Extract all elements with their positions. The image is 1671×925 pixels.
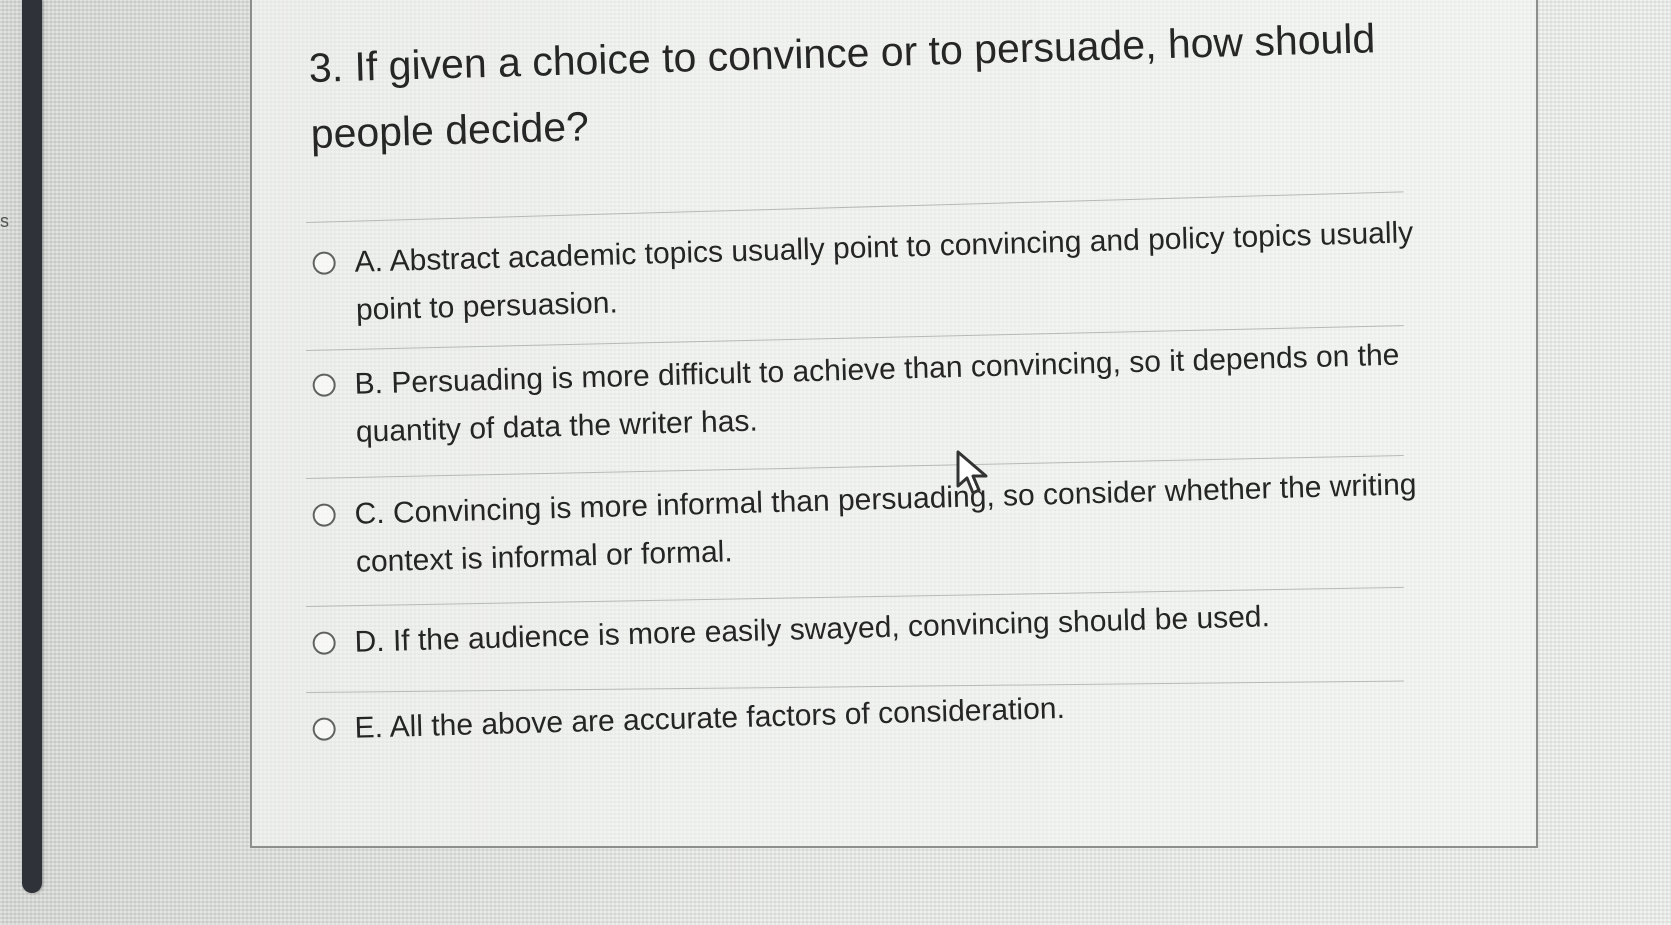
answer-option-d-label[interactable]: D. If the audience is more easily swayed… (354, 588, 1465, 667)
answer-option-a-label[interactable]: A. Abstract academic topics usually poin… (354, 208, 1466, 335)
left-edge-text-fragment: s (0, 211, 9, 231)
answer-option-c-label[interactable]: C. Convincing is more informal than pers… (354, 460, 1466, 587)
radio-button-icon[interactable] (312, 717, 336, 741)
mouse-pointer-icon (956, 450, 988, 495)
radio-button-icon[interactable] (312, 373, 336, 397)
radio-button-icon[interactable] (312, 503, 336, 527)
question-panel: 3. If given a choice to convince or to p… (250, 0, 1538, 848)
answer-option-a[interactable]: A. Abstract academic topics usually poin… (310, 207, 1490, 327)
left-scrollbar[interactable] (22, 0, 42, 893)
answer-option-b-label[interactable]: B. Persuading is more difficult to achie… (354, 330, 1466, 457)
answer-option-c[interactable]: C. Convincing is more informal than pers… (310, 459, 1490, 579)
question-text: 3. If given a choice to convince or to p… (308, 15, 1376, 157)
radio-button-icon[interactable] (312, 251, 336, 275)
radio-button-icon[interactable] (312, 631, 336, 655)
quiz-screen: s 3. If given a choice to convince or to… (0, 0, 1671, 925)
